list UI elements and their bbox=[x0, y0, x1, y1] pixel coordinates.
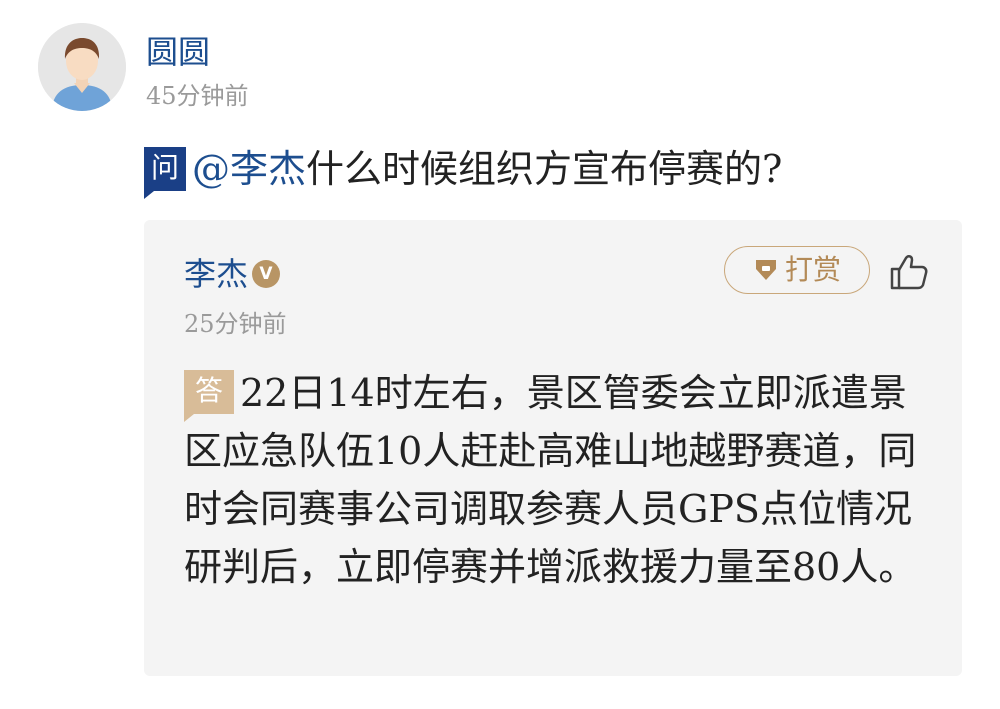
question-badge: 问 bbox=[144, 147, 186, 199]
question: 问 @李杰 什么时候组织方宣布停赛的? bbox=[144, 143, 783, 199]
question-text: 什么时候组织方宣布停赛的? bbox=[306, 147, 783, 191]
thumbs-up-icon bbox=[890, 255, 928, 290]
diamond-gift-icon bbox=[755, 260, 776, 280]
answer-body: 答 22日14时左右，景区管委会立即派遣景区应急队伍10人赶赴高难山地越野赛道，同… bbox=[184, 364, 924, 596]
answer-timestamp: 25分钟前 bbox=[184, 310, 287, 338]
answer-card: 李杰 V 25分钟前 打赏 答 22日14时左右，景区管委会立即派遣景区应急队伍1… bbox=[144, 220, 962, 676]
answer-badge: 答 bbox=[184, 370, 234, 422]
answer-author-row: 李杰 V bbox=[184, 254, 281, 294]
reward-button[interactable]: 打赏 bbox=[724, 246, 870, 294]
question-author-name[interactable]: 圆圆 bbox=[146, 32, 210, 72]
question-timestamp: 45分钟前 bbox=[146, 82, 249, 110]
answer-author-name[interactable]: 李杰 bbox=[184, 254, 248, 294]
question-mention-link[interactable]: @李杰 bbox=[192, 143, 306, 195]
reward-button-label: 打赏 bbox=[784, 253, 841, 286]
question-author-avatar[interactable] bbox=[38, 23, 126, 111]
answer-text: 22日14时左右，景区管委会立即派遣景区应急队伍10人赶赴高难山地越野赛道，同时… bbox=[184, 371, 917, 589]
like-button[interactable] bbox=[888, 252, 930, 292]
verified-badge-icon: V bbox=[252, 260, 281, 288]
default-avatar-icon bbox=[38, 23, 126, 111]
